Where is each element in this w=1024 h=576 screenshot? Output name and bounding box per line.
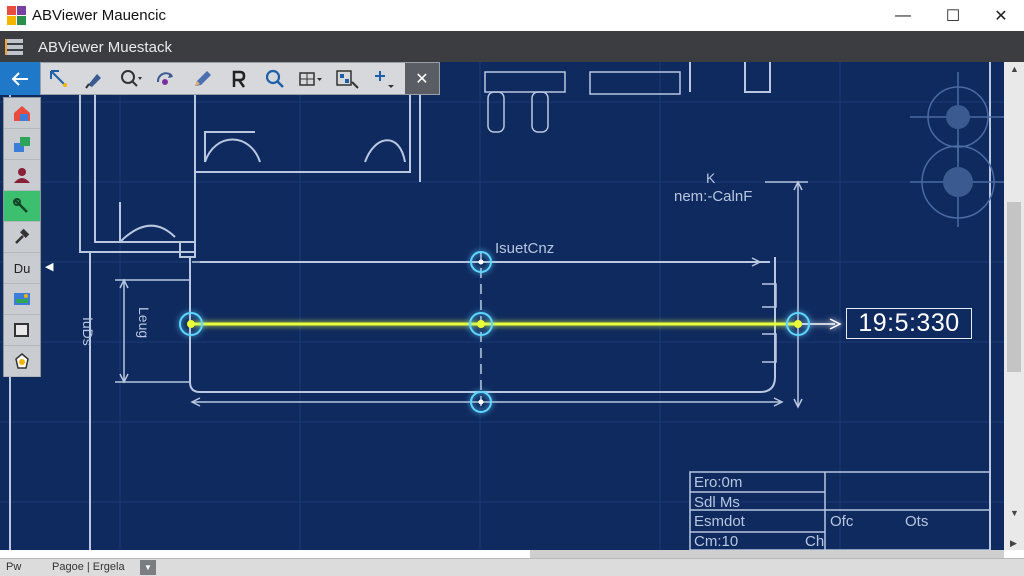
pan-icon (85, 73, 101, 89)
toolbar-close-button[interactable]: ✕ (405, 63, 439, 94)
scroll-down-icon[interactable]: ▼ (1010, 508, 1019, 518)
title-block-cell-mid2: Ots (905, 513, 929, 530)
select-arrow-icon (50, 69, 67, 87)
hammer-icon (15, 228, 30, 244)
status-pages: Pagoe | Ergela (52, 561, 125, 573)
grid-icon (299, 71, 322, 86)
palette-item-rectangle[interactable] (4, 315, 40, 346)
drawing-toolbar: ✕ (40, 62, 440, 95)
scroll-right-icon[interactable]: ▶ (1010, 538, 1017, 549)
orbit-icon (156, 71, 173, 85)
stamp-icon (15, 353, 29, 369)
title-block-cell-right: Ch (805, 533, 825, 550)
stack-icon (5, 39, 23, 55)
maximize-button[interactable]: ☐ (930, 0, 976, 31)
status-bar: Pw Pagoe | Ergela ▼ (0, 558, 1024, 576)
snap-tool[interactable] (329, 63, 365, 94)
title-block-cell-mid: Ofc (830, 513, 854, 530)
rotate-tool[interactable] (221, 63, 257, 94)
palette-item-hammer[interactable] (4, 222, 40, 253)
horizontal-scroll-thumb[interactable] (530, 550, 1004, 558)
rotate-icon (232, 70, 246, 88)
measure-nodes (179, 251, 810, 413)
measurement-readout: 19:5:330 (846, 308, 972, 339)
drawing-label-k: K (706, 170, 716, 186)
blueprint-drawing (0, 62, 1004, 550)
measurement-line (191, 318, 842, 330)
document-bar: ABViewer Muestack (0, 31, 1024, 62)
pencil-icon (195, 70, 211, 86)
palette-collapse-icon[interactable]: ◀ (45, 260, 53, 273)
title-bar: ABViewer Mauencic — ☐ ✕ (0, 0, 1024, 31)
window-title: ABViewer Mauencic (32, 7, 166, 24)
zoom-in-icon (121, 69, 142, 87)
rectangle-icon (14, 323, 29, 337)
palette-item-home-layers[interactable] (4, 98, 40, 129)
status-left: Pw (6, 561, 22, 573)
pencil-tool[interactable] (185, 63, 221, 94)
palette-item-stamp[interactable] (4, 346, 40, 377)
palette-item-measure[interactable] (4, 191, 40, 222)
add-point-tool[interactable] (365, 63, 401, 94)
title-block-row3: Esmdot (694, 513, 745, 530)
zoom-icon (265, 69, 284, 88)
scroll-up-icon[interactable]: ▲ (1010, 64, 1019, 74)
drawing-label-mid: IsuetCnz (495, 240, 555, 257)
zoom-in-tool[interactable] (113, 63, 149, 94)
drawing-label-top-right: nem:-CalnF (674, 188, 753, 205)
palette-item-user[interactable] (4, 160, 40, 191)
tool-palette: Du (3, 97, 41, 377)
vertical-scroll-thumb[interactable] (1007, 202, 1021, 372)
user-icon (14, 168, 30, 183)
drawing-label-left-2: Leug (136, 307, 152, 339)
home-layers-icon (14, 106, 30, 121)
palette-item-layers[interactable] (4, 129, 40, 160)
palette-item-text[interactable]: Du (4, 253, 40, 284)
zoom-tool[interactable] (257, 63, 293, 94)
arrow-left-icon (11, 71, 28, 86)
minimize-button[interactable]: — (880, 0, 926, 31)
grid-tool[interactable] (293, 63, 329, 94)
title-block-row4: Cm:10 (694, 533, 739, 550)
palette-item-image[interactable] (4, 284, 40, 315)
layers-icon (14, 137, 30, 152)
title-block-row1: Ero:0m (694, 474, 743, 491)
select-arrow-tool[interactable] (41, 63, 77, 94)
document-title: ABViewer Muestack (38, 39, 172, 56)
vertical-scrollbar[interactable]: ▲ ▼ ▶ (1004, 62, 1024, 550)
drawing-label-left: IuDs (80, 317, 96, 346)
status-dropdown-icon[interactable]: ▼ (140, 560, 156, 575)
floor-plan-walls (9, 62, 991, 550)
image-icon (14, 293, 30, 305)
title-block-row2: Sdl Ms (694, 494, 740, 511)
orbit-tool[interactable] (149, 63, 185, 94)
measure-icon (13, 198, 28, 213)
close-button[interactable]: ✕ (978, 0, 1024, 31)
horizontal-scrollbar[interactable] (530, 550, 1004, 558)
drawing-canvas[interactable]: K nem:-CalnF IsuetCnz IuDs Leug Ero:0m S… (0, 62, 1004, 550)
back-button[interactable] (0, 62, 40, 95)
app-logo-icon (7, 6, 26, 25)
snap-icon (336, 69, 359, 89)
pan-tool[interactable] (77, 63, 113, 94)
add-point-icon (375, 70, 394, 88)
